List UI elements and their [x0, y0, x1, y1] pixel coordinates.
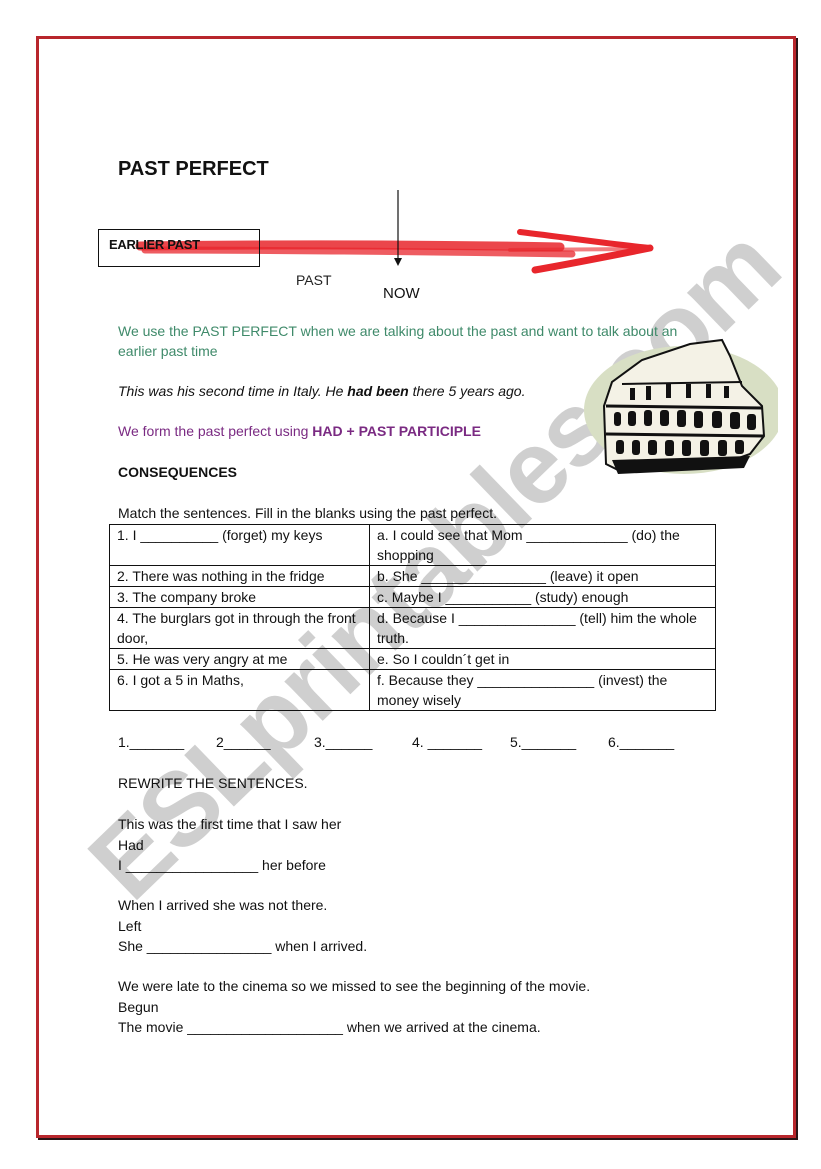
- rewrite-keyword: Had: [118, 836, 144, 853]
- answer-blank[interactable]: 3.______: [314, 734, 412, 750]
- earlier-past-label: EARLIER PAST: [109, 237, 200, 252]
- answer-blank[interactable]: 4. _______: [412, 734, 510, 750]
- rewrite-keyword: Begun: [118, 998, 159, 1015]
- formation-rule: We form the past perfect using HAD + PAS…: [118, 423, 481, 439]
- match-table: 1. I __________ (forget) my keys a. I cou…: [109, 524, 716, 711]
- match-cell-left[interactable]: 1. I __________ (forget) my keys: [109, 524, 370, 566]
- match-cell-right[interactable]: b. She ________________ (leave) it open: [369, 565, 716, 587]
- rewrite-answer-line[interactable]: I _________________ her before: [118, 855, 341, 876]
- rewrite-heading: REWRITE THE SENTENCES.: [118, 775, 308, 791]
- answer-blanks: 1._______ 2______ 3.______ 4. _______ 5.____…: [118, 734, 674, 750]
- match-table-row: 3. The company broke c. Maybe I _________…: [109, 586, 716, 608]
- answer-blank[interactable]: 2______: [216, 734, 314, 750]
- formation-text: We form the past perfect using: [118, 423, 313, 439]
- match-cell-left[interactable]: 2. There was nothing in the fridge: [109, 565, 370, 587]
- example-sentence: This was his second time in Italy. He ha…: [118, 383, 526, 399]
- now-label: NOW: [383, 285, 420, 302]
- rewrite-answer-line[interactable]: The movie ____________________ when we a…: [118, 1017, 590, 1038]
- answer-blank[interactable]: 5._______: [510, 734, 608, 750]
- section-heading-consequences: CONSEQUENCES: [118, 464, 238, 480]
- match-cell-left[interactable]: 4. The burglars got in through the front…: [109, 607, 370, 649]
- rewrite-keyword: Left: [118, 917, 142, 934]
- match-cell-right[interactable]: f. Because they _______________ (invest)…: [369, 669, 716, 711]
- page-title: PAST PERFECT: [118, 158, 269, 180]
- match-cell-right[interactable]: a. I could see that Mom _____________ (d…: [369, 524, 716, 566]
- match-table-row: 1. I __________ (forget) my keys a. I cou…: [109, 524, 716, 566]
- rewrite-item: This was the first time that I saw her H…: [118, 814, 341, 876]
- match-table-row: 2. There was nothing in the fridge b. She…: [109, 565, 716, 587]
- example-text-after: there 5 years ago.: [408, 383, 526, 399]
- rewrite-original: When I arrived she was not there.: [118, 897, 328, 913]
- match-cell-left[interactable]: 6. I got a 5 in Maths,: [109, 669, 370, 711]
- match-cell-left[interactable]: 3. The company broke: [109, 586, 370, 608]
- rewrite-item: When I arrived she was not there. Left S…: [118, 895, 367, 957]
- match-cell-left[interactable]: 5. He was very angry at me: [109, 648, 370, 670]
- match-table-row: 6. I got a 5 in Maths, f. Because they __…: [109, 669, 716, 711]
- answer-blank[interactable]: 6._______: [608, 734, 674, 750]
- match-cell-right[interactable]: d. Because I _______________ (tell) him …: [369, 607, 716, 649]
- match-table-row: 4. The burglars got in through the front…: [109, 607, 716, 649]
- example-text-before: This was his second time in Italy. He: [118, 383, 348, 399]
- match-table-row: 5. He was very angry at me e. So I couldn…: [109, 648, 716, 670]
- formation-emphasis: HAD + PAST PARTICIPLE: [312, 423, 481, 439]
- rewrite-original: This was the first time that I saw her: [118, 816, 342, 832]
- rewrite-original: We were late to the cinema so we missed …: [118, 978, 591, 994]
- past-label: PAST: [296, 272, 332, 288]
- match-cell-right[interactable]: c. Maybe I ___________ (study) enough: [369, 586, 716, 608]
- answer-blank[interactable]: 1._______: [118, 734, 216, 750]
- example-emphasis: had been: [347, 383, 409, 399]
- colosseum-image: [584, 338, 778, 474]
- rewrite-answer-line[interactable]: She ________________ when I arrived.: [118, 936, 367, 957]
- match-cell-right[interactable]: e. So I couldn´t get in: [369, 648, 716, 670]
- rewrite-item: We were late to the cinema so we missed …: [118, 976, 590, 1038]
- match-instructions: Match the sentences. Fill in the blanks …: [118, 505, 497, 521]
